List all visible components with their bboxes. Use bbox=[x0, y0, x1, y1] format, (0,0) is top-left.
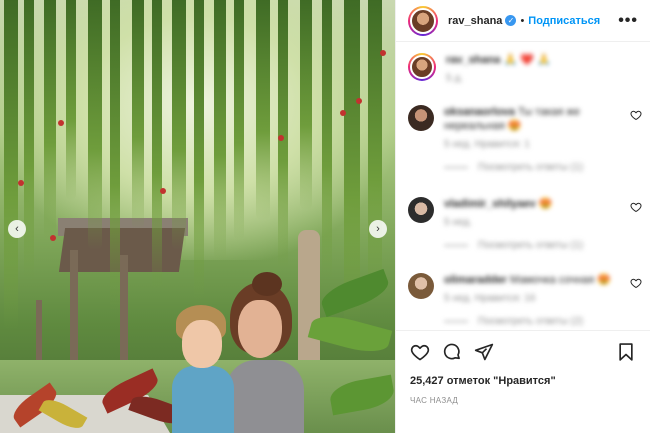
separator-dot: • bbox=[520, 14, 525, 27]
author-avatar[interactable] bbox=[408, 5, 438, 36]
woman-figure bbox=[226, 360, 304, 433]
child-figure bbox=[172, 366, 234, 433]
caption-content: 🙏 ❤️ 🙏 bbox=[503, 54, 551, 66]
view-replies-label: Посмотреть ответы (2) bbox=[478, 316, 584, 327]
pavilion-pillar bbox=[120, 255, 128, 365]
commenter-avatar[interactable] bbox=[408, 273, 434, 299]
flower bbox=[278, 135, 284, 141]
comment-username[interactable]: olimaradder bbox=[444, 274, 507, 286]
comment-like-icon[interactable] bbox=[630, 277, 642, 289]
vine bbox=[44, 0, 56, 240]
vine bbox=[132, 0, 144, 230]
comment-content: 😍 bbox=[538, 198, 553, 210]
comment-text: olimaradder Мамочка сочная 😍 bbox=[444, 273, 642, 287]
flower bbox=[58, 120, 64, 126]
caption-username[interactable]: rav_shana bbox=[446, 54, 500, 66]
view-replies-button[interactable]: Посмотреть ответы (1) bbox=[444, 240, 642, 251]
comment-body: vladimir_shilyaev 😍 5 нед. Посмотреть от… bbox=[444, 197, 642, 251]
comment-username[interactable]: vladimir_shilyaev bbox=[444, 198, 536, 210]
vine bbox=[88, 0, 102, 250]
replies-divider bbox=[444, 321, 468, 322]
bookmark-icon[interactable] bbox=[616, 342, 636, 362]
share-icon[interactable] bbox=[474, 342, 494, 362]
comment-meta: 5 нед. bbox=[444, 217, 472, 228]
vine bbox=[300, 0, 312, 210]
comment-username[interactable]: oksanaorlova bbox=[444, 106, 515, 118]
comment-item: oksanaorlova Ты такая же нереальная 😍 5 … bbox=[408, 105, 642, 173]
post-timestamp: ЧАС НАЗАД bbox=[410, 396, 459, 405]
flower bbox=[160, 188, 166, 194]
vine bbox=[66, 0, 76, 200]
flower bbox=[356, 98, 362, 104]
view-replies-button[interactable]: Посмотреть ответы (1) bbox=[444, 162, 642, 173]
commenter-avatar[interactable] bbox=[408, 105, 434, 131]
comment-body: olimaradder Мамочка сочная 😍 5 нед. Нрав… bbox=[444, 273, 642, 327]
caption-row: rav_shana 🙏 ❤️ 🙏 5 д. bbox=[408, 53, 642, 84]
comment-meta: 5 нед. Нравится: 16 bbox=[444, 293, 536, 304]
comment-item: vladimir_shilyaev 😍 5 нед. Посмотреть от… bbox=[408, 197, 642, 251]
comment-item: olimaradder Мамочка сочная 😍 5 нед. Нрав… bbox=[408, 273, 642, 327]
vine bbox=[234, 0, 244, 240]
comment-meta: 5 нед. Нравится: 1 bbox=[444, 139, 530, 150]
heart-icon[interactable] bbox=[410, 342, 430, 362]
flower bbox=[18, 180, 24, 186]
view-replies-button[interactable]: Посмотреть ответы (2) bbox=[444, 316, 642, 327]
caption-meta: 5 д. bbox=[446, 73, 463, 84]
caption-body: rav_shana 🙏 ❤️ 🙏 5 д. bbox=[446, 53, 642, 84]
avatar-image bbox=[410, 7, 436, 34]
flower bbox=[380, 50, 386, 56]
replies-divider bbox=[444, 245, 468, 246]
comment-text: vladimir_shilyaev 😍 bbox=[444, 197, 642, 211]
comment-like-icon[interactable] bbox=[630, 201, 642, 213]
view-replies-label: Посмотреть ответы (1) bbox=[478, 162, 584, 173]
carousel-next-button[interactable]: › bbox=[369, 220, 387, 238]
vine bbox=[172, 0, 186, 250]
more-options-icon[interactable]: ••• bbox=[618, 12, 638, 30]
post-actions-section: 25,427 отметок "Нравится" ЧАС НАЗАД bbox=[396, 330, 650, 405]
verified-icon: ✓ bbox=[505, 15, 517, 26]
comment-body: oksanaorlova Ты такая же нереальная 😍 5 … bbox=[444, 105, 642, 173]
vine bbox=[214, 0, 226, 260]
post-photo[interactable]: ‹ › bbox=[0, 0, 395, 433]
woman-hair-bun bbox=[252, 272, 282, 296]
flower bbox=[340, 110, 346, 116]
vine bbox=[152, 0, 162, 290]
view-replies-label: Посмотреть ответы (1) bbox=[478, 240, 584, 251]
vine bbox=[368, 0, 382, 300]
vine bbox=[194, 0, 204, 300]
commenter-avatar[interactable] bbox=[408, 197, 434, 223]
vine bbox=[322, 0, 332, 280]
replies-divider bbox=[444, 167, 468, 168]
caption-avatar[interactable] bbox=[408, 53, 436, 81]
comment-content: Мамочка сочная 😍 bbox=[510, 274, 611, 286]
comment-text: oksanaorlova Ты такая же нереальная 😍 bbox=[444, 105, 642, 133]
action-buttons bbox=[410, 341, 636, 363]
comment-icon[interactable] bbox=[442, 342, 462, 362]
carousel-prev-button[interactable]: ‹ bbox=[8, 220, 26, 238]
author-username[interactable]: rav_shana bbox=[448, 15, 502, 27]
post-panel: rav_shana ✓ • Подписаться ••• rav_shana … bbox=[395, 0, 650, 433]
follow-button[interactable]: Подписаться bbox=[528, 15, 600, 27]
child-face bbox=[182, 320, 222, 368]
post-header: rav_shana ✓ • Подписаться ••• bbox=[396, 0, 650, 42]
pavilion-pillar bbox=[70, 250, 78, 370]
vine bbox=[110, 0, 120, 310]
comment-like-icon[interactable] bbox=[630, 109, 642, 121]
likes-count[interactable]: 25,427 отметок "Нравится" bbox=[410, 375, 636, 387]
flower bbox=[50, 235, 56, 241]
avatar-image bbox=[410, 55, 434, 79]
vine bbox=[24, 0, 34, 280]
caption-text: rav_shana 🙏 ❤️ 🙏 bbox=[446, 53, 642, 67]
vine bbox=[4, 0, 18, 330]
comments-list[interactable]: rav_shana 🙏 ❤️ 🙏 5 д. oksanaorlova Ты та… bbox=[396, 43, 650, 330]
woman-face bbox=[238, 300, 282, 358]
vine bbox=[256, 0, 270, 220]
